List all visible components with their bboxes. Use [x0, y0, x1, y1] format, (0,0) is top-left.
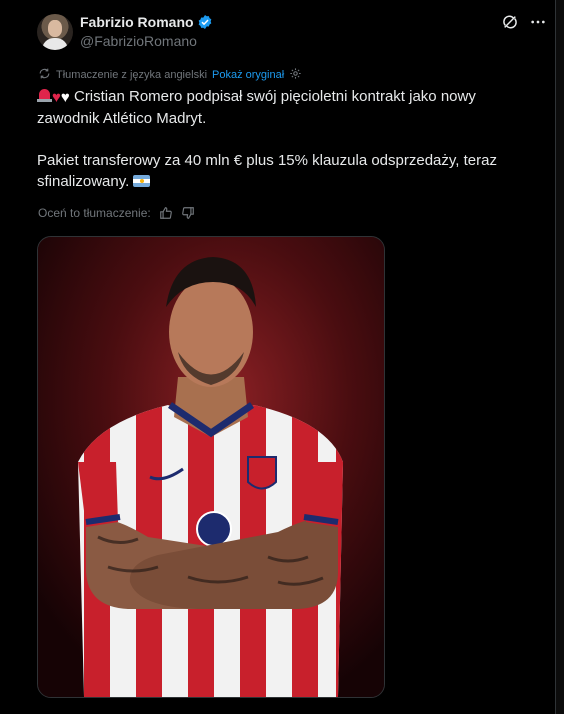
tweet-text: ♥♥ Cristian Romero podpisał swój pięciol… [37, 86, 537, 192]
rate-translation-label: Oceń to tłumaczenie: [38, 206, 151, 220]
author-name-row[interactable]: Fabrizio Romano [80, 14, 213, 30]
tweet-paragraph-2: Pakiet transferowy za 40 mln € plus 15% … [37, 150, 537, 192]
author-handle[interactable]: @FabrizioRomano [80, 33, 197, 49]
translation-bar: Tłumaczenie z języka angielski Pokaż ory… [38, 67, 302, 83]
tweet-line-2: Pakiet transferowy za 40 mln € plus 15% … [37, 152, 497, 190]
show-original-link[interactable]: Pokaż oryginał [212, 69, 284, 81]
scrollbar[interactable] [556, 0, 564, 714]
tweet-paragraph-1: ♥♥ Cristian Romero podpisał swój pięciol… [37, 86, 537, 129]
thumbs-up-icon[interactable] [159, 206, 173, 220]
translation-label: Tłumaczenie z języka angielski [56, 69, 208, 81]
translation-settings-icon[interactable] [289, 67, 302, 83]
more-options-icon[interactable] [530, 14, 546, 30]
argentina-flag-emoji-icon [133, 175, 151, 187]
siren-emoji-icon [37, 88, 52, 103]
rate-translation-row: Oceń to tłumaczenie: [38, 206, 195, 220]
tweet-photo[interactable] [37, 236, 385, 698]
grok-icon[interactable] [502, 14, 518, 30]
author-display-name[interactable]: Fabrizio Romano [80, 14, 194, 30]
red-heart-emoji-icon: ♥ [52, 89, 61, 106]
translate-icon [38, 67, 51, 83]
player-photo [38, 237, 384, 697]
tweet-line-1: Cristian Romero podpisał swój pięcioletn… [37, 88, 476, 127]
white-heart-emoji-icon: ♥ [60, 89, 70, 106]
thumbs-down-icon[interactable] [181, 206, 195, 220]
avatar[interactable] [37, 14, 73, 50]
verified-badge-icon [197, 14, 213, 30]
